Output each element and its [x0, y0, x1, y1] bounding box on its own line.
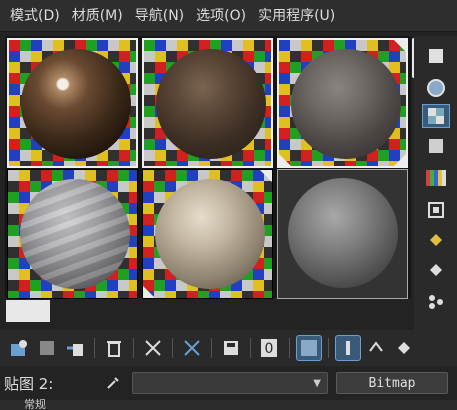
material-slot-2[interactable]: [142, 38, 273, 168]
get-material-icon[interactable]: [6, 335, 32, 361]
toolbar-separator: [133, 338, 134, 358]
menu-options[interactable]: 选项(O): [190, 0, 252, 32]
material-id-channel-icon[interactable]: 0: [257, 335, 283, 361]
menu-navigation[interactable]: 导航(N): [129, 0, 190, 32]
material-name-dropdown[interactable]: ▼: [132, 372, 328, 394]
material-slot-3[interactable]: [277, 38, 408, 168]
make-unique-icon[interactable]: [140, 335, 166, 361]
material-sphere-marble: [20, 179, 130, 289]
reset-map-icon[interactable]: [101, 335, 127, 361]
select-by-material-icon[interactable]: [422, 258, 450, 282]
background-checker-icon[interactable]: [422, 104, 450, 128]
go-forward-to-sibling-icon[interactable]: [391, 335, 417, 361]
toolbar-separator: [211, 338, 212, 358]
material-slot-1[interactable]: [7, 38, 138, 168]
put-to-scene-icon[interactable]: [34, 335, 60, 361]
options-icon[interactable]: [422, 228, 450, 252]
svg-text:0: 0: [265, 341, 274, 357]
horizontal-scroll-thumb[interactable]: [6, 300, 50, 322]
toolbar-separator: [328, 338, 329, 358]
sample-type-icon[interactable]: [422, 44, 450, 68]
material-slot-5[interactable]: [142, 169, 273, 299]
make-preview-icon[interactable]: [422, 198, 450, 222]
eyedropper-icon[interactable]: [104, 374, 122, 392]
backlight-icon[interactable]: [422, 76, 450, 100]
map-type-button[interactable]: Bitmap: [336, 372, 448, 394]
rollout-header[interactable]: [0, 400, 457, 410]
show-map-in-viewport-icon[interactable]: [296, 335, 322, 361]
material-sphere-leather: [156, 49, 266, 159]
map-label: 贴图 2:: [4, 374, 54, 393]
material-sphere-wood: [21, 49, 131, 159]
put-to-library-icon[interactable]: [179, 335, 205, 361]
map-row: 贴图 2: ▼ Bitmap: [0, 368, 457, 398]
video-color-check-icon[interactable]: [422, 166, 450, 190]
rollout-label: 常规: [24, 398, 46, 410]
menu-utilities[interactable]: 实用程序(U): [252, 0, 341, 32]
material-slot-6[interactable]: [277, 169, 408, 299]
chevron-down-icon: ▼: [313, 378, 321, 389]
sample-slots-panel: [5, 36, 411, 299]
material-slot-4[interactable]: [7, 169, 138, 299]
toolbar-separator: [172, 338, 173, 358]
assign-to-selection-icon[interactable]: [62, 335, 88, 361]
save-icon[interactable]: [218, 335, 244, 361]
side-toolbar: [414, 36, 457, 336]
material-sphere-default: [288, 178, 398, 288]
menu-mode[interactable]: 模式(D): [4, 0, 66, 32]
show-end-result-icon[interactable]: [335, 335, 361, 361]
material-sphere-textured: [155, 179, 265, 289]
menu-material[interactable]: 材质(M): [66, 0, 129, 32]
material-sphere-fabric: [291, 49, 401, 159]
uv-tiling-icon[interactable]: [422, 134, 450, 158]
go-to-parent-icon[interactable]: [363, 335, 389, 361]
menu-bar: 模式(D) 材质(M) 导航(N) 选项(O) 实用程序(U): [0, 0, 457, 32]
toolbar-separator: [250, 338, 251, 358]
toolbar-separator: [94, 338, 95, 358]
toolbar-separator: [289, 338, 290, 358]
material-map-navigator-icon[interactable]: [422, 290, 450, 314]
bottom-toolbar: 0: [0, 330, 457, 366]
